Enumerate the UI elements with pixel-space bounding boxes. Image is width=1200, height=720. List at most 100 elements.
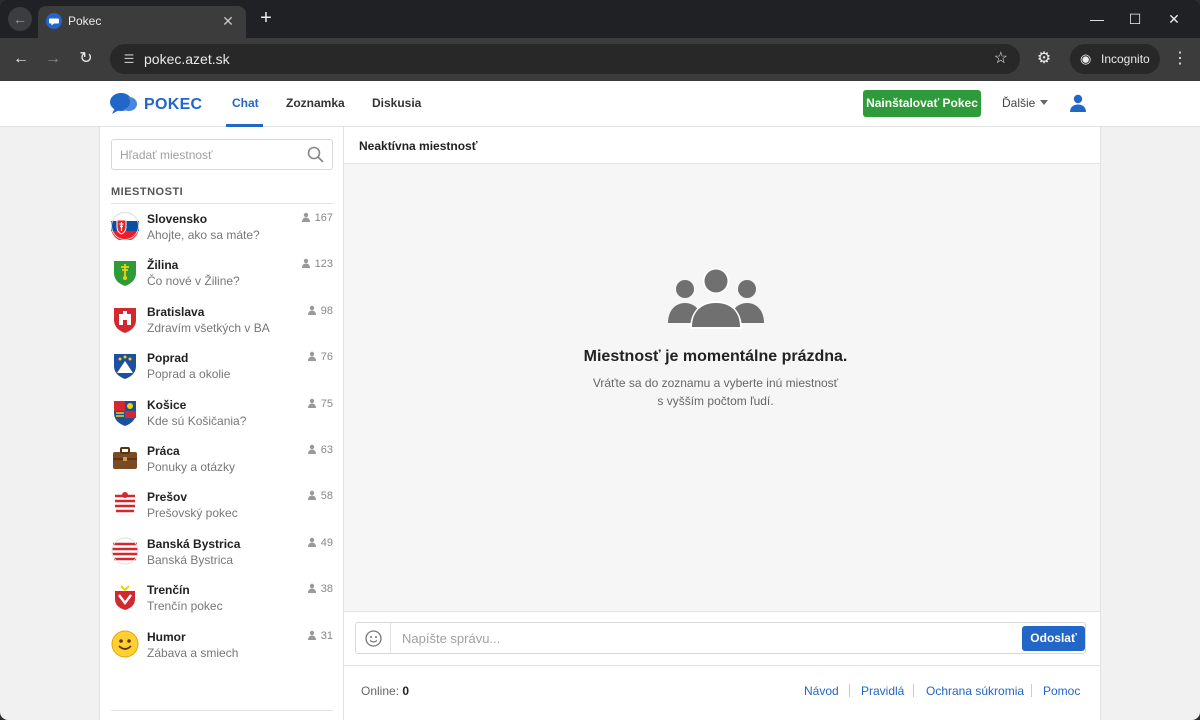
- online-count: 0: [402, 684, 410, 698]
- person-icon: [301, 212, 310, 222]
- room-item[interactable]: Slovensko Ahojte, ako sa máte? 167: [111, 209, 333, 255]
- plus-icon[interactable]: +: [255, 7, 277, 29]
- link-help[interactable]: Pomoc: [1043, 684, 1080, 698]
- extensions-icon[interactable]: ⚙: [1032, 47, 1056, 71]
- arrow-left-icon[interactable]: ←: [9, 47, 33, 71]
- chat-bubble-icon: [46, 13, 62, 29]
- chevron-down-icon[interactable]: [1040, 100, 1048, 105]
- banska-bystrica-coat-of-arms-icon: [111, 537, 139, 565]
- room-count-value: 38: [320, 583, 333, 596]
- divider: [849, 684, 850, 697]
- reload-icon[interactable]: ↻: [74, 47, 98, 71]
- user-icon[interactable]: [1068, 93, 1088, 113]
- online-label: Online:: [361, 684, 400, 698]
- tab-title: Pokec: [68, 14, 102, 28]
- search-icon[interactable]: [307, 146, 324, 163]
- close-icon[interactable]: ✕: [218, 11, 238, 31]
- room-count-value: 98: [320, 304, 333, 317]
- pokec-logo[interactable]: POKEC: [110, 91, 210, 117]
- empty-state-text: Vráťte sa do zoznamu a vyberte inú miest…: [592, 376, 839, 390]
- room-user-count: 58: [307, 490, 333, 502]
- room-item[interactable]: Košice Kde sú Košičania? 75: [111, 395, 333, 441]
- room-name: Žilina: [147, 258, 179, 273]
- person-icon: [301, 259, 310, 269]
- room-name: Humor: [147, 629, 186, 644]
- poprad-coat-of-arms-icon: [114, 354, 136, 380]
- rooms-sidebar: MIESTNOSTI Slovensko Ahojte, ako sa máte?…: [99, 127, 344, 720]
- room-user-count: 63: [307, 444, 333, 456]
- nav-diskusia[interactable]: Diskusia: [372, 96, 421, 110]
- person-icon: [307, 305, 316, 315]
- message-composer: Odoslať: [344, 611, 1100, 665]
- room-name: Práca: [147, 444, 180, 458]
- room-name: Banská Bystrica: [147, 536, 241, 551]
- briefcase-icon: [113, 447, 137, 469]
- room-item[interactable]: Trenčín Trenčín pokec 38: [111, 580, 333, 626]
- room-count-value: 31: [320, 629, 333, 642]
- room-subtitle: Zdravím všetkých v BA: [147, 320, 270, 335]
- group-people-icon: [668, 268, 764, 329]
- more-menu[interactable]: Ďalšie: [1002, 96, 1035, 110]
- online-status: Online: 0: [361, 684, 409, 698]
- room-item[interactable]: Banská Bystrica Banská Bystrica 49: [111, 534, 333, 580]
- nav-zoznamka[interactable]: Zoznamka: [286, 96, 345, 110]
- room-subtitle: Čo nové v Žiline?: [147, 274, 240, 289]
- room-user-count: 98: [307, 305, 333, 317]
- back-arrow-icon[interactable]: ←: [8, 7, 32, 31]
- room-subtitle: Ahojte, ako sa máte?: [147, 228, 260, 242]
- star-icon[interactable]: ☆: [994, 48, 1008, 68]
- message-input[interactable]: [402, 623, 1002, 653]
- room-item[interactable]: Práca Ponuky a otázky 63: [111, 441, 333, 487]
- logo-bubbles-icon: [110, 93, 137, 114]
- divider: [1031, 684, 1032, 697]
- send-button[interactable]: Odoslať: [1022, 626, 1085, 651]
- link-navod[interactable]: Návod: [804, 684, 839, 698]
- kebab-menu-icon[interactable]: ⋮: [1168, 47, 1192, 71]
- app-header: POKEC Chat Zoznamka Diskusia Nainštalova…: [0, 81, 1200, 127]
- kosice-coat-of-arms-icon: [114, 400, 136, 426]
- room-item[interactable]: Bratislava Zdravím všetkých v BA 98: [111, 302, 333, 348]
- room-subtitle: Banská Bystrica: [147, 552, 234, 567]
- search-input[interactable]: [120, 140, 300, 169]
- incognito-badge[interactable]: ◉ Incognito: [1070, 44, 1160, 74]
- person-icon: [307, 398, 316, 408]
- room-user-count: 75: [307, 398, 333, 410]
- minimize-icon[interactable]: —: [1086, 8, 1108, 30]
- browser-window: ← Pokec ✕ + — ☐ ✕ ← → ↻ ☰ pokec.azet.sk …: [0, 0, 1200, 720]
- person-icon: [307, 444, 316, 454]
- room-user-count: 49: [307, 537, 333, 549]
- link-pravidla[interactable]: Pravidlá: [861, 684, 904, 698]
- room-count-value: 123: [314, 258, 333, 271]
- install-button[interactable]: Nainštalovať Pokec: [863, 90, 981, 117]
- emoji-button[interactable]: [356, 623, 391, 653]
- room-count-value: 76: [320, 351, 333, 364]
- room-user-count: 167: [301, 212, 333, 224]
- maximize-icon[interactable]: ☐: [1124, 8, 1146, 30]
- room-item[interactable]: Poprad Poprad a okolie 76: [111, 348, 333, 394]
- divider: [111, 203, 333, 204]
- trencin-coat-of-arms-icon: [115, 585, 135, 611]
- nav-chat[interactable]: Chat: [232, 96, 259, 110]
- room-count-value: 58: [320, 490, 333, 503]
- room-user-count: 38: [307, 583, 333, 595]
- room-subtitle: Ponuky a otázky: [147, 460, 236, 474]
- page: POKEC Chat Zoznamka Diskusia Nainštalova…: [0, 81, 1200, 720]
- arrow-right-icon[interactable]: →: [41, 47, 65, 71]
- room-title: Neaktívna miestnosť: [359, 139, 478, 153]
- link-privacy[interactable]: Ochrana súkromia: [926, 684, 1024, 698]
- room-user-count: 76: [307, 351, 333, 363]
- room-search[interactable]: [111, 139, 333, 170]
- room-count-value: 167: [314, 212, 333, 224]
- slovakia-flag-icon: [111, 212, 139, 240]
- room-item[interactable]: Prešov Prešovský pokec 58: [111, 487, 333, 533]
- room-item[interactable]: Humor Zábava a smiech 31: [111, 627, 333, 673]
- tune-icon[interactable]: ☰: [120, 50, 138, 68]
- divider: [913, 684, 914, 697]
- url-text[interactable]: pokec.azet.sk: [144, 51, 230, 67]
- window-close-icon[interactable]: ✕: [1163, 8, 1185, 30]
- room-user-count: 123: [301, 258, 333, 270]
- browser-tab[interactable]: Pokec ✕: [38, 6, 246, 38]
- address-bar[interactable]: ☰ pokec.azet.sk ☆: [110, 44, 1020, 74]
- room-item[interactable]: Žilina Čo nové v Žiline? 123: [111, 255, 333, 301]
- room-count-value: 63: [320, 444, 333, 456]
